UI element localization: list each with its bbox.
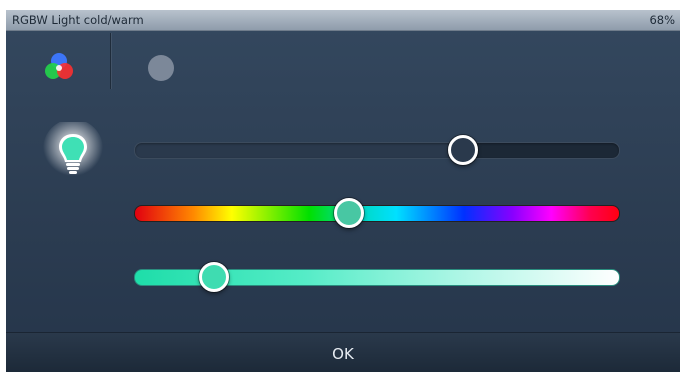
hue-slider-knob[interactable] [334, 198, 365, 228]
rgb-mode-button[interactable] [36, 47, 82, 89]
title-bar: RGBW Light cold/warm 68% [6, 10, 680, 31]
color-temperature-slider-knob[interactable] [198, 262, 229, 292]
brightness-slider[interactable] [134, 142, 620, 159]
dialog-title: RGBW Light cold/warm [12, 13, 144, 27]
bulb-indicator [42, 119, 104, 184]
brightness-slider-knob[interactable] [448, 135, 479, 165]
mode-selector [6, 31, 680, 101]
light-bulb-icon [43, 119, 103, 179]
mode-divider [110, 33, 111, 89]
rgbw-light-dialog: RGBW Light cold/warm 68% OK [6, 10, 680, 372]
white-mode-button[interactable] [148, 55, 174, 81]
ok-button[interactable]: OK [6, 333, 680, 372]
dialog-footer: OK [6, 332, 680, 372]
hue-slider[interactable] [134, 205, 620, 222]
brightness-readout: 68% [649, 13, 675, 27]
rgb-color-circles-icon [45, 53, 73, 79]
